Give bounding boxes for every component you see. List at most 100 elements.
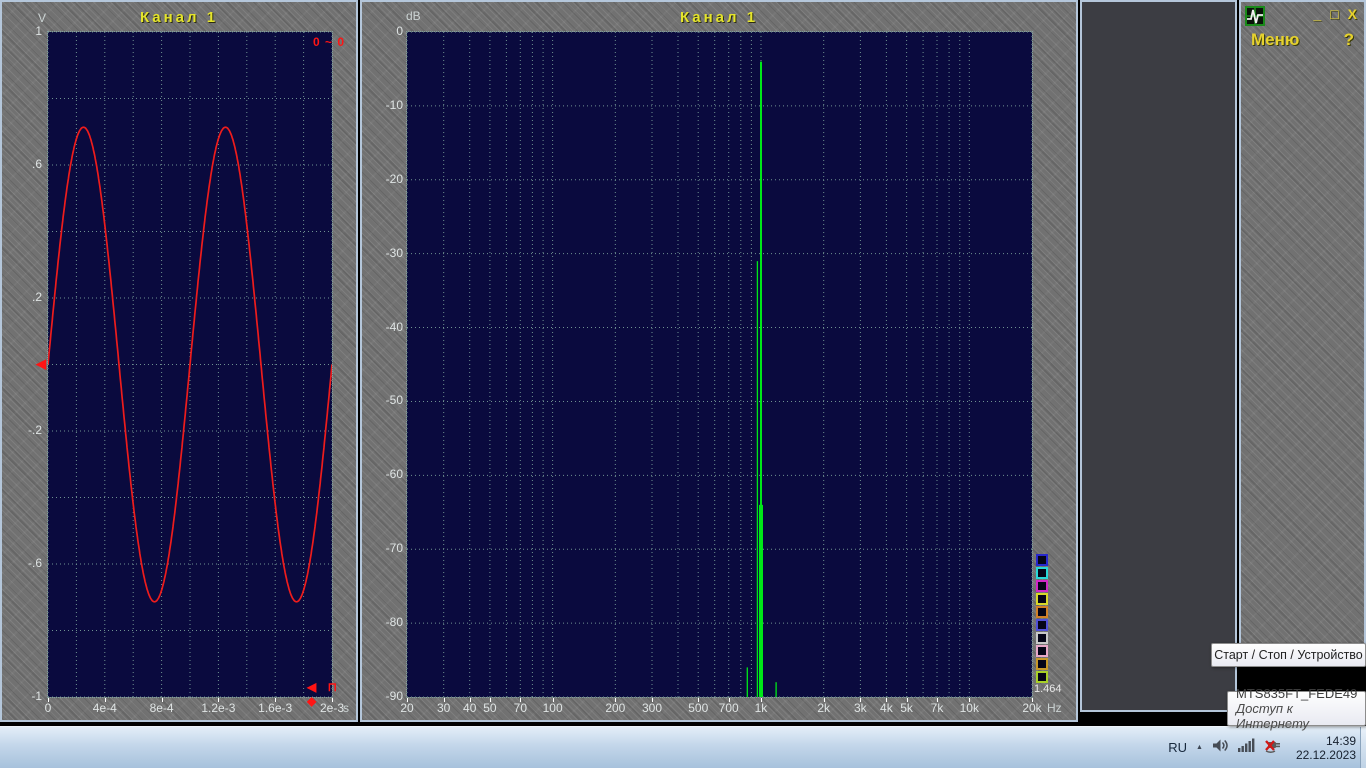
axis-tick-mark xyxy=(407,698,408,702)
legend-color-swatch[interactable] xyxy=(1036,671,1048,683)
axis-tick-mark xyxy=(469,698,471,702)
network-name: MTS835FT_FEDE49 xyxy=(1236,686,1358,701)
spectrum-x-tick: 5k xyxy=(900,701,913,715)
axis-tick-mark xyxy=(552,698,554,702)
spectrum-x-tick: 10k xyxy=(959,701,979,715)
spectrum-x-tick: 70 xyxy=(513,701,528,715)
maximize-button[interactable]: □ xyxy=(1330,6,1338,22)
network-signal-icon[interactable] xyxy=(1237,738,1255,757)
spectrum-x-tick: 300 xyxy=(642,701,663,715)
scope-x-tick: 2e-3 xyxy=(319,701,345,715)
spectrum-y-tick: -50 xyxy=(385,393,403,408)
spectrum-cursor-value: 1.464 xyxy=(1034,683,1062,695)
app-icon xyxy=(1245,6,1265,31)
axis-tick-mark xyxy=(969,698,971,702)
axis-tick-mark xyxy=(698,698,700,702)
volume-icon[interactable] xyxy=(1212,738,1229,758)
legend-color-swatch[interactable] xyxy=(1036,554,1048,566)
legend-color-swatch[interactable] xyxy=(1036,606,1048,618)
start-button-tooltip: Старт / Стоп / Устройство xyxy=(1211,643,1366,667)
axis-tick-mark xyxy=(728,698,730,702)
axis-tick-mark xyxy=(275,698,277,702)
legend-color-swatch[interactable] xyxy=(1036,580,1048,592)
spectrum-x-unit: Hz xyxy=(1047,701,1062,715)
spectrum-y-tick: -20 xyxy=(385,171,403,186)
desktop: Канал 1 V 0 ~ 0 ◀ ◀ ⊓ ◆ s 1.6.2 -.2 -.6 -1 0… xyxy=(0,0,1366,768)
scope-x-tick: 1.2e-3 xyxy=(201,701,236,715)
control-titlebar: _ □ X xyxy=(1241,2,1364,28)
spectrum-y-tick: -30 xyxy=(385,245,403,260)
scope-y-tick: -1 xyxy=(31,689,42,703)
spectrum-y-tick: -10 xyxy=(385,97,403,112)
spectrum-x-tick: 50 xyxy=(483,701,497,715)
scope-y-tick: -.2 xyxy=(27,423,42,437)
spectrum-x-tick: 1k xyxy=(754,701,768,715)
spectrum-x-tick: 40 xyxy=(463,701,477,715)
spectrum-window: Канал 1 dB Hz 1.464 0 -10 -20 -30 -40 -50 -60 -… xyxy=(360,0,1078,722)
menu-button[interactable]: Меню xyxy=(1251,30,1299,50)
scope-y-tick: .2 xyxy=(31,290,42,304)
network-status: Доступ к Интернету xyxy=(1236,701,1310,731)
spectrum-x-tick: 20k xyxy=(1022,701,1042,715)
scope-y-tick: -.6 xyxy=(27,556,42,570)
tray-expand-icon[interactable]: ▲ xyxy=(1196,744,1203,751)
legend-color-swatch[interactable] xyxy=(1036,619,1048,631)
scope-plot-area[interactable] xyxy=(47,31,333,698)
spectrum-x-tick: 500 xyxy=(688,701,709,715)
spectrum-y-unit: dB xyxy=(406,9,421,23)
scope-title: Канал 1 xyxy=(139,9,219,26)
axis-tick-mark xyxy=(332,698,333,702)
axis-tick-mark xyxy=(48,698,49,702)
axis-tick-mark xyxy=(886,698,888,702)
axis-tick-mark xyxy=(860,698,862,702)
spectrum-x-tick: 3k xyxy=(854,701,867,715)
axis-tick-mark xyxy=(937,698,938,702)
axis-tick-mark xyxy=(489,698,491,702)
scope-status: 0 ~ 0 xyxy=(312,35,345,49)
scope-x-tick: 1.6e-3 xyxy=(258,701,293,715)
spectrum-title: Канал 1 xyxy=(679,9,759,26)
spectrum-x-tick: 200 xyxy=(605,701,626,715)
axis-tick-mark xyxy=(823,698,825,702)
oscilloscope-window: Канал 1 V 0 ~ 0 ◀ ◀ ⊓ ◆ s 1.6.2 -.2 -.6 -1 0… xyxy=(0,0,358,722)
spectrum-y-tick: 0 xyxy=(396,24,403,38)
network-tooltip: MTS835FT_FEDE49 Доступ к Интернету xyxy=(1227,686,1366,731)
spectrum-y-tick: -40 xyxy=(385,319,403,334)
scope-x-tick: 0 xyxy=(44,701,52,715)
scope-x-tick: 4e-4 xyxy=(92,701,117,715)
control-panel: _ □ X Меню ? xyxy=(1239,0,1366,652)
axis-tick-mark xyxy=(652,698,654,702)
multimeter-panel xyxy=(1080,0,1237,712)
taskbar: RU ▲ 14:39 22.12.2023 xyxy=(0,726,1366,768)
no-internet-icon[interactable] xyxy=(1264,737,1283,758)
trigger-level-marker[interactable]: ◀ xyxy=(36,356,46,372)
spectrum-y-tick: -70 xyxy=(385,541,403,556)
language-indicator[interactable]: RU xyxy=(1168,740,1187,755)
menu-row: Меню ? xyxy=(1241,28,1364,52)
spectrum-x-tick: 700 xyxy=(718,701,739,715)
spectrum-x-tick: 30 xyxy=(436,701,451,715)
minimize-button[interactable]: _ xyxy=(1313,6,1321,22)
axis-tick-mark xyxy=(906,698,908,702)
show-desktop-button[interactable] xyxy=(1360,727,1366,768)
axis-tick-mark xyxy=(760,698,762,702)
axis-tick-mark xyxy=(161,698,163,702)
axis-tick-mark xyxy=(520,698,522,702)
spectrum-x-tick: 4k xyxy=(880,701,893,715)
legend-color-swatch[interactable] xyxy=(1036,567,1048,579)
clock[interactable]: 14:39 22.12.2023 xyxy=(1296,734,1356,762)
legend-color-swatch[interactable] xyxy=(1036,632,1048,644)
scope-x-tick: 8e-4 xyxy=(149,701,174,715)
legend-color-swatch[interactable] xyxy=(1036,658,1048,670)
spectrum-y-tick: -90 xyxy=(385,689,403,703)
close-button[interactable]: X xyxy=(1348,6,1357,22)
legend-color-swatch[interactable] xyxy=(1036,593,1048,605)
trace-color-legend xyxy=(1036,554,1048,684)
spectrum-x-tick: 20 xyxy=(400,701,414,715)
legend-color-swatch[interactable] xyxy=(1036,645,1048,657)
clock-time: 14:39 xyxy=(1325,733,1356,748)
spectrum-plot-area[interactable] xyxy=(406,31,1033,698)
spectrum-x-tick: 100 xyxy=(542,701,563,715)
help-button[interactable]: ? xyxy=(1344,30,1354,50)
spectrum-y-tick: -60 xyxy=(385,467,403,482)
